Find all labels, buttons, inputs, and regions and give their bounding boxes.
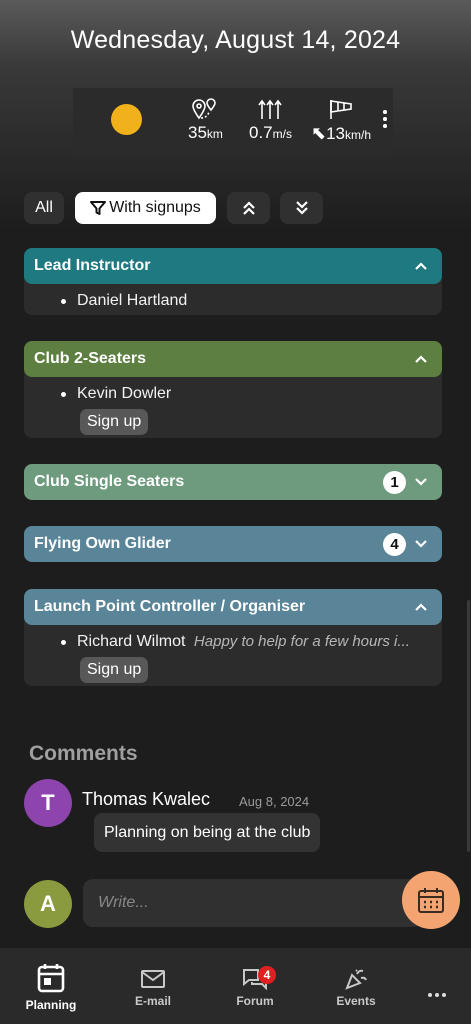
sign-up-button[interactable]: Sign up [80, 409, 149, 435]
duty-header-launch-point-controller[interactable]: Launch Point Controller / Organiser [24, 589, 442, 625]
nav-forum[interactable]: 4 Forum [215, 966, 295, 1008]
filter-with-signups-label: With signups [109, 199, 201, 216]
avatar-initial: T [41, 790, 55, 815]
calendar-icon [418, 888, 444, 913]
windsock-icon [330, 100, 352, 119]
duty-card-club-single-seaters: Club Single Seaters 1 [24, 464, 442, 500]
wind-metric: ⬉13km/h [303, 98, 379, 144]
comment-text: Planning on being at the club [94, 813, 321, 852]
double-chevron-down-icon [295, 201, 308, 215]
nav-label: Planning [25, 998, 77, 1012]
distance-unit: km [206, 127, 223, 141]
climb-value: 0.7 [249, 123, 273, 142]
nav-label: Forum [236, 994, 274, 1008]
climb-metric: 0.7m/s [249, 98, 292, 143]
duty-header-club-2-seaters[interactable]: Club 2-Seaters [24, 341, 442, 377]
sign-up-button[interactable]: Sign up [80, 657, 149, 683]
thermal-arrows-icon [258, 99, 283, 119]
person-name: Kevin Dowler [77, 385, 172, 402]
avatar: A [24, 880, 72, 928]
double-chevron-up-icon [242, 201, 255, 215]
nav-email[interactable]: E-mail [113, 968, 193, 1008]
distance-value: 35 [188, 123, 207, 142]
distance-pin-icon [192, 98, 217, 120]
more-horizontal-icon[interactable] [428, 984, 449, 1002]
person-note: Happy to help for a few hours i... [193, 633, 410, 650]
collapse-all-button[interactable] [280, 192, 323, 224]
duty-card-club-2-seaters: Club 2-Seaters Kevin Dowler Sign up [24, 341, 442, 438]
list-item: Richard Wilmot Happy to help for a few h… [24, 631, 442, 653]
page-title: Wednesday, August 14, 2024 [70, 26, 401, 54]
calendar-icon [37, 964, 65, 993]
calendar-fab-button[interactable] [402, 871, 460, 929]
chevron-up-icon [415, 603, 427, 611]
bottom-navigation: Planning E-mail 4 Forum Events [0, 948, 471, 1024]
sun-icon [111, 104, 142, 135]
scrollbar[interactable] [467, 600, 470, 852]
comment-author: Thomas Kwalec [82, 789, 211, 809]
weather-card[interactable]: 35km 0.7m/s ⬉13km/h [73, 88, 393, 154]
party-popper-icon [345, 969, 367, 990]
filter-all-label: All [35, 199, 53, 216]
signup-count-badge: 4 [383, 533, 406, 556]
wind-value: 13 [326, 124, 345, 143]
comment-input[interactable]: Write... [83, 879, 423, 927]
duty-title: Flying Own Glider [34, 535, 171, 552]
distance-metric: 35km [188, 98, 223, 143]
mail-icon [141, 970, 165, 988]
duty-title: Club Single Seaters [34, 473, 185, 490]
filter-all-button[interactable]: All [24, 192, 64, 224]
climb-unit: m/s [272, 127, 292, 141]
filter-with-signups-button[interactable]: With signups [75, 192, 216, 224]
duty-title: Club 2-Seaters [34, 350, 147, 367]
nav-planning[interactable]: Planning [11, 962, 91, 1012]
person-name: Daniel Hartland [77, 292, 188, 309]
chevron-up-icon [415, 355, 427, 363]
duty-header-club-single-seaters[interactable]: Club Single Seaters 1 [24, 464, 442, 500]
duty-card-launch-point-controller: Launch Point Controller / Organiser Rich… [24, 589, 442, 686]
chevron-up-icon [415, 262, 427, 270]
weather-menu-icon[interactable] [383, 110, 387, 131]
nav-label: Events [336, 994, 376, 1008]
duty-title: Lead Instructor [34, 257, 151, 274]
wind-unit: km/h [345, 128, 372, 142]
list-item: Kevin Dowler [24, 383, 442, 405]
nav-label: E-mail [134, 994, 171, 1008]
wind-direction-arrow-icon: ⬉ [310, 123, 327, 143]
duty-title: Launch Point Controller / Organiser [34, 598, 306, 615]
list-item: Daniel Hartland [24, 290, 442, 312]
comments-heading: Comments [29, 742, 138, 765]
filter-funnel-icon [90, 201, 107, 215]
duty-card-lead-instructor: Lead Instructor Daniel Hartland [24, 248, 442, 315]
chevron-down-icon [415, 478, 427, 486]
comment-date: Aug 8, 2024 [239, 794, 310, 809]
duty-header-flying-own-glider[interactable]: Flying Own Glider 4 [24, 526, 442, 562]
expand-all-button[interactable] [227, 192, 270, 224]
signup-count-badge: 1 [383, 471, 406, 494]
avatar-initial: A [40, 891, 56, 916]
avatar: T [24, 779, 72, 827]
forum-unread-badge: 4 [258, 966, 276, 984]
person-name: Richard Wilmot [77, 633, 186, 650]
duty-card-flying-own-glider: Flying Own Glider 4 [24, 526, 442, 562]
duty-header-lead-instructor[interactable]: Lead Instructor [24, 248, 442, 284]
nav-events[interactable]: Events [316, 968, 396, 1008]
chevron-down-icon [415, 540, 427, 548]
